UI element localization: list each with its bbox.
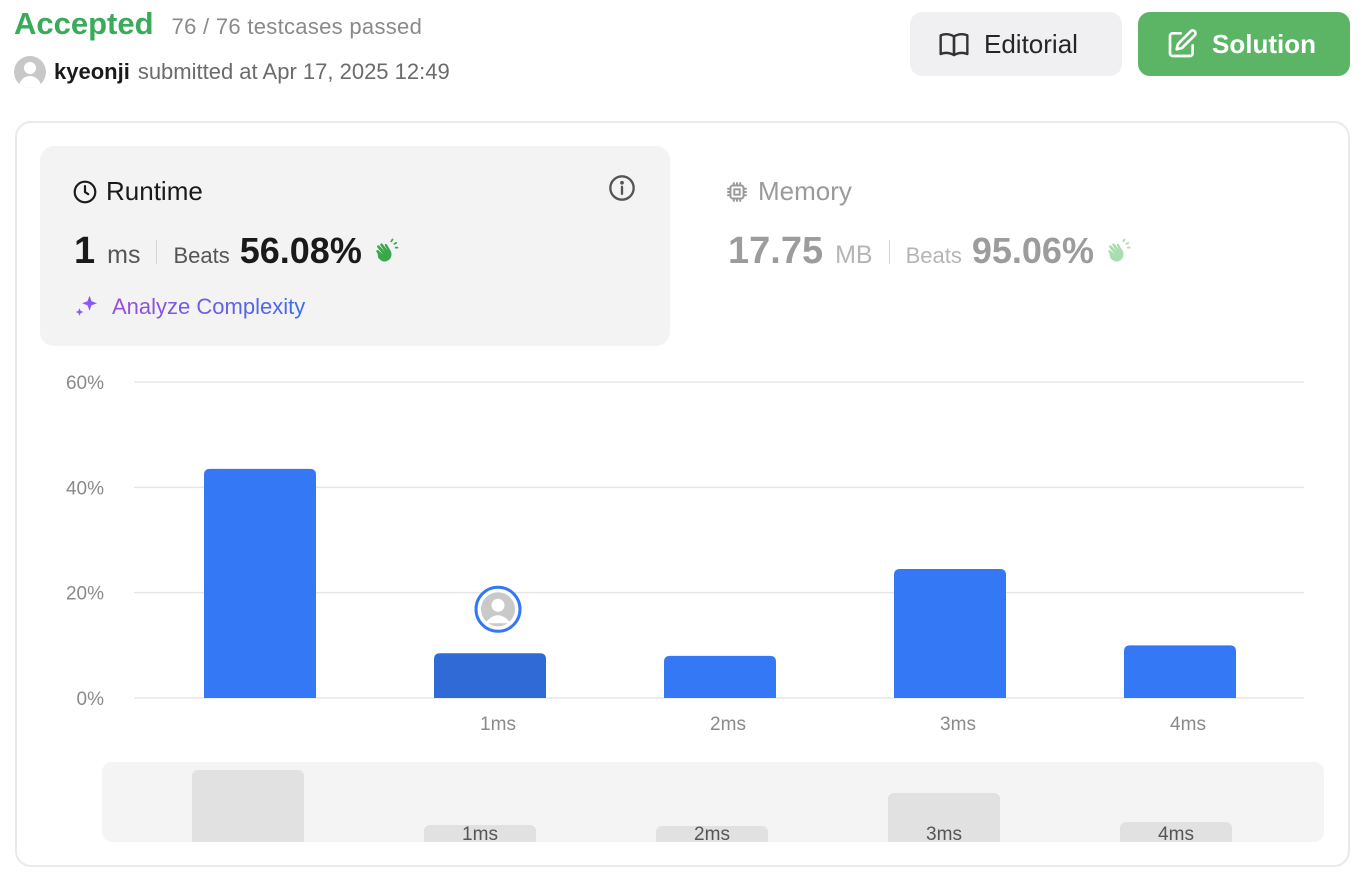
analyze-complexity-link[interactable]: Analyze Complexity <box>72 292 305 322</box>
editorial-button[interactable]: Editorial <box>910 12 1122 76</box>
chart-bar[interactable] <box>204 468 316 698</box>
minimap-label: 1ms <box>462 824 498 842</box>
runtime-distribution-chart[interactable]: 60% 40% 20% 0% 1ms 2ms 3ms 4ms <box>50 370 1320 745</box>
x-tick-label: 1ms <box>480 714 516 735</box>
clap-icon <box>1108 238 1131 261</box>
y-tick-label: 40% <box>66 478 104 499</box>
solution-label: Solution <box>1212 28 1316 59</box>
memory-title-text: Memory <box>758 176 852 206</box>
minimap-label: 3ms <box>926 824 962 842</box>
minimap-label: 2ms <box>694 824 730 842</box>
clock-icon <box>73 180 97 203</box>
info-icon[interactable] <box>608 174 636 202</box>
runtime-title-text: Runtime <box>106 176 203 206</box>
runtime-panel[interactable]: Runtime 1 ms Beats 56.08% Analyze Comple… <box>40 146 670 346</box>
memory-beats-label: Beats <box>905 243 962 268</box>
x-tick-label: 4ms <box>1170 714 1206 735</box>
divider <box>888 239 890 264</box>
chart-bar[interactable] <box>1124 645 1236 698</box>
x-tick-label: 3ms <box>940 714 976 735</box>
runtime-stats: 1 ms Beats 56.08% <box>74 230 400 273</box>
user-avatar[interactable] <box>14 56 46 88</box>
book-icon <box>939 33 969 57</box>
editorial-label: Editorial <box>984 28 1078 59</box>
chart-bar[interactable] <box>664 655 776 698</box>
memory-title: Memory <box>724 176 852 207</box>
y-tick-label: 60% <box>66 373 104 394</box>
memory-value: 17.75 <box>728 230 824 272</box>
chip-icon <box>727 181 747 202</box>
runtime-beats-label: Beats <box>173 243 230 268</box>
submission-status: Accepted 76 / 76 testcases passed <box>14 6 422 42</box>
runtime-beats-value: 56.08% <box>239 230 362 271</box>
chart-bar[interactable] <box>434 653 546 698</box>
minimap-svg: 1ms 2ms 3ms 4ms <box>192 770 1232 842</box>
clap-icon <box>376 238 399 261</box>
runtime-value: 1 <box>74 230 96 272</box>
submitter-info: kyeonji submitted at Apr 17, 2025 12:49 <box>14 56 450 88</box>
avatar-head <box>491 598 505 612</box>
submitted-time: submitted at Apr 17, 2025 12:49 <box>137 59 450 84</box>
analyze-complexity-label: Analyze Complexity <box>112 294 306 319</box>
edit-icon <box>1168 29 1197 58</box>
divider <box>156 239 158 264</box>
solution-button[interactable]: Solution <box>1138 12 1350 76</box>
memory-unit: MB <box>835 241 873 269</box>
chart-minimap[interactable]: 1ms 2ms 3ms 4ms <box>102 762 1324 842</box>
memory-stats: 17.75 MB Beats 95.06% <box>728 230 1132 273</box>
chart-bar[interactable] <box>894 568 1006 698</box>
runtime-title: Runtime <box>72 176 203 207</box>
testcases-passed: 76 / 76 testcases passed <box>171 14 423 39</box>
memory-beats-value: 95.06% <box>971 230 1094 271</box>
runtime-unit: ms <box>107 241 141 269</box>
y-tick-label: 20% <box>66 584 104 605</box>
memory-panel[interactable]: Memory 17.75 MB Beats 95.06% <box>712 146 1312 346</box>
accepted-label: Accepted <box>14 6 154 41</box>
y-tick-label: 0% <box>77 689 105 710</box>
username-link[interactable]: kyeonji <box>54 59 130 85</box>
sparkle-icon <box>75 295 97 316</box>
minimap-bar <box>192 770 304 842</box>
x-tick-label: 2ms <box>710 714 746 735</box>
minimap-label: 4ms <box>1158 824 1194 842</box>
